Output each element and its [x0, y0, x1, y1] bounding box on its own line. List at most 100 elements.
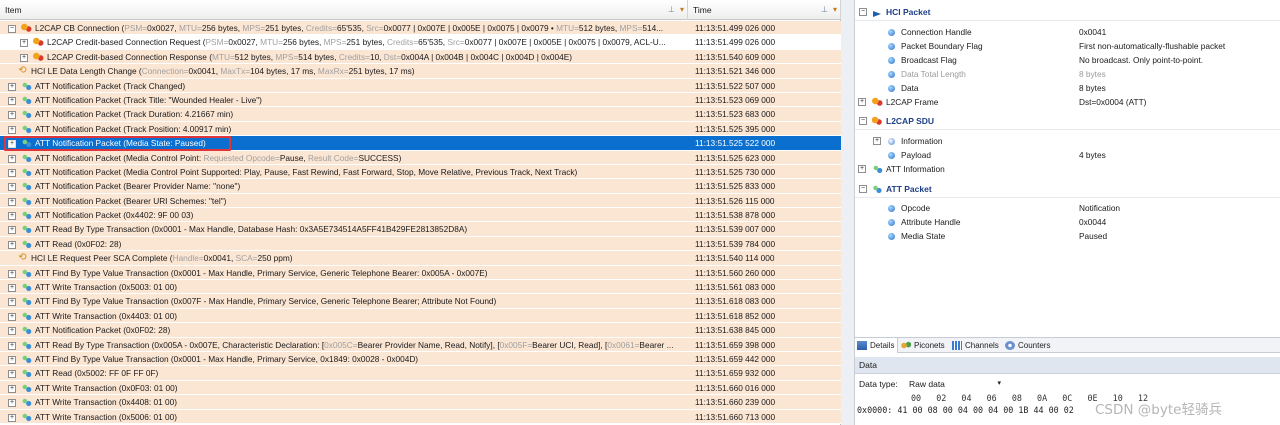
packet-row[interactable]: + ATT Write Transaction (0x4403: 01 00) 11…: [0, 308, 841, 324]
packet-row[interactable]: + ATT Notification Packet (0x4402: 9F 00 …: [0, 208, 841, 223]
expand-icon[interactable]: +: [8, 154, 16, 163]
expand-icon[interactable]: +: [8, 82, 16, 91]
expand-icon[interactable]: +: [873, 137, 881, 145]
section-hci-packet[interactable]: − HCI Packet: [855, 3, 1280, 21]
expand-icon[interactable]: +: [8, 341, 16, 350]
packet-row[interactable]: + L2CAP Credit-based Connection Response …: [0, 49, 841, 65]
l2cap-frame-row[interactable]: + L2CAP Frame Dst=0x0004 (ATT): [855, 95, 1280, 109]
expand-icon[interactable]: +: [8, 197, 16, 206]
expand-icon[interactable]: +: [8, 370, 16, 379]
expand-icon[interactable]: +: [8, 183, 16, 192]
expand-icon[interactable]: +: [8, 226, 16, 235]
packet-row[interactable]: + ATT Write Transaction (0x0F03: 01 00) 11…: [0, 380, 841, 396]
collapse-icon[interactable]: −: [859, 117, 867, 125]
packet-row[interactable]: + ATT Notification Packet (Media Control …: [0, 150, 841, 165]
att-field-row[interactable]: Attribute Handle 0x0044: [855, 215, 1280, 229]
field-name: Handle=: [172, 253, 204, 264]
packet-row[interactable]: + ATT Notification Packet (Track Duration…: [0, 107, 841, 122]
expand-icon[interactable]: +: [8, 96, 16, 105]
hci-field-row[interactable]: Connection Handle 0x0041: [855, 25, 1280, 39]
expand-icon[interactable]: +: [8, 298, 16, 307]
att-field-row[interactable]: Media State Paused: [855, 229, 1280, 243]
packet-row[interactable]: + ATT Read By Type Transaction (0x005A - …: [0, 337, 841, 352]
pane-splitter[interactable]: [841, 0, 855, 425]
packet-row[interactable]: + ATT Find By Type Value Transaction (0x0…: [0, 265, 841, 281]
packet-row[interactable]: + ATT Write Transaction (0x5003: 01 00) 11…: [0, 280, 841, 295]
packet-row[interactable]: − L2CAP CB Connection (PSM=0x0027, MTU=25…: [0, 21, 841, 36]
hex-dump-line[interactable]: 0x0000: 41 00 08 00 04 00 04 00 1B 44 00…: [857, 405, 1074, 415]
pin-icon[interactable]: ⊥: [821, 0, 828, 20]
att-information-row[interactable]: + ATT Information: [855, 162, 1280, 176]
collapse-icon[interactable]: −: [859, 185, 867, 193]
packet-row[interactable]: + ATT Write Transaction (0x4408: 01 00) 11…: [0, 395, 841, 410]
data-type-select[interactable]: Raw data ▾: [907, 377, 1003, 391]
packet-row[interactable]: + ATT Find By Type Value Transaction (0x0…: [0, 351, 841, 367]
packet-row[interactable]: + ATT Find By Type Value Transaction (0x0…: [0, 294, 841, 309]
expand-icon[interactable]: +: [8, 240, 16, 249]
field-icon: [888, 71, 895, 78]
packet-row[interactable]: + ATT Write Transaction (0x5006: 01 00) 11…: [0, 409, 841, 424]
information-row[interactable]: + Information: [855, 134, 1280, 148]
packet-row[interactable]: + ATT Notification Packet (Track Changed)…: [0, 78, 841, 93]
expand-icon[interactable]: +: [8, 413, 16, 422]
hci-field-row[interactable]: Data Total Length 8 bytes: [855, 67, 1280, 81]
expand-icon[interactable]: +: [8, 399, 16, 408]
l2cap-icon: [33, 37, 44, 48]
packet-row[interactable]: + ATT Notification Packet (0x0F02: 28) 11:…: [0, 323, 841, 338]
packet-row[interactable]: + L2CAP Credit-based Connection Request (…: [0, 35, 841, 50]
packet-row[interactable]: + ATT Read (0x0F02: 28) 11:13:51.539 784 0…: [0, 236, 841, 252]
tab-details[interactable]: Details: [855, 338, 898, 353]
expand-icon[interactable]: +: [8, 140, 16, 149]
packet-row[interactable]: + ATT Read (0x5002: FF 0F FF 0F) 11:13:51.…: [0, 366, 841, 381]
expand-icon[interactable]: +: [20, 39, 28, 48]
expand-icon[interactable]: +: [8, 269, 16, 278]
packet-row[interactable]: + ATT Notification Packet (Bearer Provide…: [0, 179, 841, 194]
expand-icon[interactable]: +: [8, 355, 16, 364]
channels-icon: [952, 341, 962, 350]
packet-row[interactable]: + ATT Notification Packet (Track Title: "…: [0, 92, 841, 108]
summary-text: ATT Write Transaction (0x5003: 01 00): [35, 282, 178, 293]
hci-field-row[interactable]: Data 8 bytes: [855, 81, 1280, 95]
payload-row[interactable]: Payload 4 bytes: [855, 148, 1280, 162]
packet-row[interactable]: + ATT Notification Packet (Media State: P…: [0, 136, 841, 151]
expand-icon[interactable]: +: [8, 312, 16, 321]
field-name: Src=: [447, 37, 465, 48]
pin-icon[interactable]: ⊥: [668, 0, 675, 20]
packet-row[interactable]: ⟲ HCI LE Request Peer SCA Complete (Handl…: [0, 251, 841, 266]
expand-icon[interactable]: +: [8, 168, 16, 177]
collapse-icon[interactable]: −: [859, 8, 867, 16]
packet-time-cell: 11:13:51.525 522 000: [695, 138, 776, 149]
section-att-packet[interactable]: − ATT Packet: [855, 180, 1280, 198]
tab-channels[interactable]: Channels: [950, 338, 1002, 353]
filter-icon[interactable]: ▾: [680, 0, 684, 20]
expand-icon[interactable]: +: [8, 284, 16, 293]
column-header-item[interactable]: Item ⊥ ▾: [0, 0, 688, 20]
packet-time-cell: 11:13:51.525 623 000: [695, 152, 776, 163]
expand-icon[interactable]: +: [858, 165, 866, 173]
packet-row[interactable]: + ATT Notification Packet (Bearer URI Sch…: [0, 193, 841, 209]
tab-counters[interactable]: Counters: [1003, 338, 1059, 353]
att-field-row[interactable]: Opcode Notification: [855, 201, 1280, 215]
expand-icon[interactable]: +: [8, 111, 16, 120]
packet-item-cell: + ATT Read (0x5002: FF 0F FF 0F): [0, 366, 688, 379]
expand-icon[interactable]: +: [20, 53, 28, 62]
packet-row[interactable]: ⟲ HCI LE Data Length Change (Connection=0…: [0, 64, 841, 79]
filter-icon[interactable]: ▾: [833, 0, 837, 20]
hci-field-row[interactable]: Packet Boundary Flag First non-automatica…: [855, 39, 1280, 53]
summary-text: ATT Notification Packet (Media Control P…: [35, 152, 204, 163]
collapse-icon[interactable]: −: [8, 25, 16, 33]
summary-text: Pause,: [279, 152, 308, 163]
column-header-time[interactable]: Time ⊥ ▾: [688, 0, 841, 20]
packet-row[interactable]: + ATT Notification Packet (Media Control …: [0, 164, 841, 180]
packet-row[interactable]: + ATT Read By Type Transaction (0x0001 - …: [0, 222, 841, 237]
expand-icon[interactable]: +: [8, 327, 16, 336]
summary-text: 0x0077 | 0x007E | 0x005E | 0x0075 | 0x00…: [464, 37, 666, 48]
hci-field-row[interactable]: Broadcast Flag No broadcast. Only point-t…: [855, 53, 1280, 67]
expand-icon[interactable]: +: [8, 125, 16, 134]
packet-row[interactable]: + ATT Notification Packet (Track Position…: [0, 121, 841, 137]
section-l2cap-sdu[interactable]: − L2CAP SDU: [855, 112, 1280, 130]
expand-icon[interactable]: +: [8, 384, 16, 393]
tab-piconets[interactable]: Piconets: [899, 338, 949, 353]
expand-icon[interactable]: +: [858, 98, 866, 106]
expand-icon[interactable]: +: [8, 212, 16, 221]
